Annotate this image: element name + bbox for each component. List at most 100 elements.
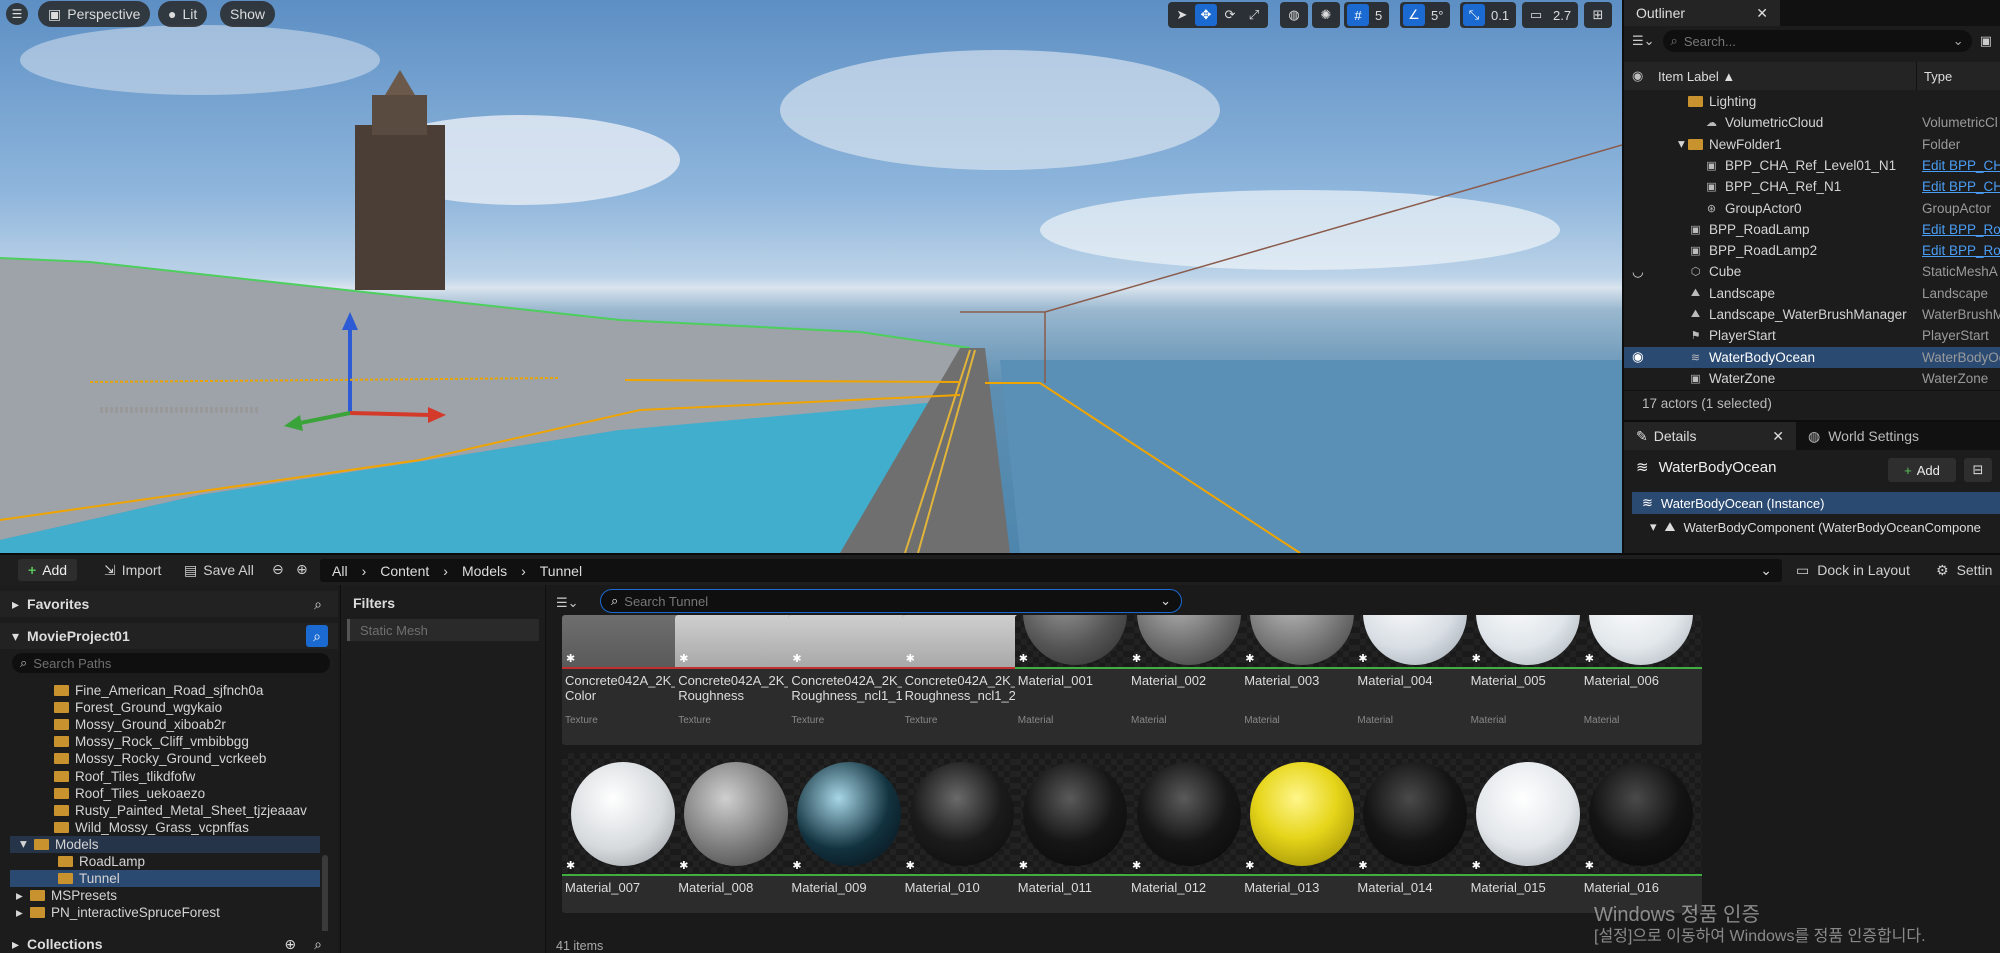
world-local-toggle[interactable]: ◍: [1280, 2, 1308, 28]
angle-snap-control[interactable]: ∠ 5°: [1400, 2, 1451, 28]
rotate-icon[interactable]: ⟳: [1219, 4, 1241, 26]
asset-tile[interactable]: ✱ Material_004 Material: [1354, 615, 1476, 745]
column-type[interactable]: Type: [1924, 69, 1952, 84]
level-viewport[interactable]: ☰ ▣ Perspective ● Lit Show ➤ ✥ ⟳ ⤢ ◍ ✺ #…: [0, 0, 1622, 553]
folder-tree-item[interactable]: Wild_Mossy_Grass_vcpnffas: [10, 819, 320, 836]
details-add-button[interactable]: + Add: [1888, 458, 1956, 482]
viewport-layout-button[interactable]: ⊞: [1584, 2, 1612, 28]
filter-icon[interactable]: ☰⌄: [556, 595, 579, 611]
search-icon[interactable]: ⌕: [314, 936, 322, 953]
asset-tile[interactable]: ✱ Material_006 Material: [1580, 615, 1702, 745]
filter-static-mesh[interactable]: Static Mesh: [347, 619, 539, 641]
blueprint-options-button[interactable]: ⊟: [1964, 458, 1992, 482]
column-item-label[interactable]: Item Label ▲: [1658, 69, 1735, 84]
outliner-item-type[interactable]: Edit BPP_Roa: [1922, 222, 2000, 237]
asset-tile[interactable]: ✱ Concrete042A_2K_ Roughness_ncl1_2 Textur…: [901, 615, 1023, 745]
folder-tree-item[interactable]: Roof_Tiles_tlikdfofw: [10, 768, 320, 785]
close-icon[interactable]: ✕: [1772, 428, 1784, 445]
add-button[interactable]: + Add: [18, 559, 78, 581]
asset-tile[interactable]: ✱ Material_005 Material: [1467, 615, 1589, 745]
settings-button[interactable]: ⚙ Settin: [1936, 559, 1992, 581]
folder-tree-item[interactable]: ▸ PN_interactiveSpruceForest: [10, 904, 320, 921]
asset-tile[interactable]: ✱ Concrete042A_2K_ Color Texture: [562, 615, 683, 745]
outliner-row[interactable]: ◡ ⬡ Cube StaticMeshA: [1624, 261, 2000, 282]
forward-icon[interactable]: ⊕: [296, 561, 308, 578]
project-section[interactable]: ▾ MovieProject01 ⌕: [0, 623, 338, 649]
outliner-row[interactable]: ▣ BPP_RoadLamp2 Edit BPP_Roa: [1624, 240, 2000, 261]
asset-tile[interactable]: ✱ Material_001 Material: [1014, 615, 1136, 745]
outliner-row[interactable]: ⛰ Landscape_WaterBrushManager WaterBrushM: [1624, 304, 2000, 325]
folder-tree-item[interactable]: Fine_American_Road_sjfnch0a: [10, 682, 320, 699]
outliner-search-input[interactable]: ⌕ Search... ⌄: [1662, 30, 1972, 52]
folder-tree-item[interactable]: Mossy_Ground_xiboab2r: [10, 716, 320, 733]
asset-tile[interactable]: ✱ Material_010: [901, 753, 1023, 913]
asset-tile[interactable]: ✱ Material_012: [1128, 753, 1249, 913]
hamburger-icon[interactable]: ☰: [6, 3, 28, 25]
asset-tile[interactable]: ✱ Material_002 Material: [1128, 615, 1249, 745]
favorites-section[interactable]: ▸ Favorites ⌕: [0, 591, 338, 617]
outliner-row[interactable]: ⚑ PlayerStart PlayerStart: [1624, 325, 2000, 346]
dock-in-layout-button[interactable]: ▭ Dock in Layout: [1796, 559, 1910, 581]
save-all-button[interactable]: ▤ Save All: [184, 559, 254, 581]
breadcrumb-models[interactable]: Models: [462, 563, 507, 579]
outliner-row[interactable]: ☁ VolumetricCloud VolumetricCl: [1624, 112, 2000, 133]
search-paths-input[interactable]: ⌕ Search Paths: [12, 653, 330, 673]
camera-speed-control[interactable]: ▭ 2.7: [1522, 2, 1579, 28]
asset-tile[interactable]: ✱ Material_009: [788, 753, 910, 913]
asset-tile[interactable]: ✱ Material_015: [1467, 753, 1589, 913]
outliner-row[interactable]: ▣ WaterZone WaterZone: [1624, 368, 2000, 389]
outliner-item-type[interactable]: Edit BPP_Roa: [1922, 243, 2000, 258]
lit-button[interactable]: ● Lit: [158, 1, 208, 27]
tab-details[interactable]: ✎ Details ✕: [1624, 422, 1796, 450]
folder-tree-item[interactable]: Tunnel: [10, 870, 320, 888]
outliner-row[interactable]: ▾ NewFolder1 Folder: [1624, 134, 2000, 155]
breadcrumb-tunnel[interactable]: Tunnel: [540, 563, 582, 579]
asset-tile[interactable]: ✱ Concrete042A_2K_ Roughness Texture: [675, 615, 797, 745]
collections-section[interactable]: ▸ Collections ⊕ ⌕: [0, 931, 338, 953]
folder-tree-item[interactable]: Rusty_Painted_Metal_Sheet_tjzjeaaav: [10, 802, 320, 819]
surface-snap-toggle[interactable]: ✺: [1312, 2, 1340, 28]
asset-search-input[interactable]: ⌕ Search Tunnel ⌄: [600, 589, 1182, 613]
show-button[interactable]: Show: [220, 1, 276, 27]
translate-icon[interactable]: ✥: [1195, 4, 1217, 26]
folder-tree-item[interactable]: Mossy_Rock_Cliff_vmbibbgg: [10, 733, 320, 750]
breadcrumb-content[interactable]: Content: [380, 563, 429, 579]
outliner-item-type[interactable]: Edit BPP_CHA: [1922, 158, 2000, 173]
component-row[interactable]: ▾ ⛰ WaterBodyComponent (WaterBodyOceanCo…: [1632, 516, 2000, 538]
asset-tile[interactable]: ✱ Material_003 Material: [1241, 615, 1363, 745]
perspective-button[interactable]: ▣ Perspective: [38, 1, 151, 27]
folder-tree-item[interactable]: Roof_Tiles_uekoaezo: [10, 785, 320, 802]
chevron-down-icon[interactable]: ▾: [20, 836, 28, 852]
tab-outliner[interactable]: Outliner ✕: [1624, 0, 1780, 26]
close-icon[interactable]: ✕: [1756, 5, 1768, 22]
folder-tree-item[interactable]: ▾ Models: [10, 835, 320, 853]
asset-tile[interactable]: ✱ Material_013: [1241, 753, 1363, 913]
add-folder-icon[interactable]: ▣: [1980, 33, 1992, 49]
asset-tile[interactable]: ✱ Material_011: [1014, 753, 1136, 913]
asset-tile[interactable]: ✱ Material_007: [562, 753, 683, 913]
breadcrumb-all[interactable]: All: [332, 563, 348, 579]
chevron-down-icon[interactable]: ⌄: [1760, 562, 1772, 579]
tab-world-settings[interactable]: ◍ World Settings: [1796, 422, 1931, 450]
asset-tile[interactable]: ✱ Material_014: [1354, 753, 1476, 913]
folder-tree-item[interactable]: RoadLamp: [10, 853, 320, 870]
select-icon[interactable]: ➤: [1171, 4, 1193, 26]
scale-icon[interactable]: ⤢: [1243, 4, 1265, 26]
outliner-item-type[interactable]: Edit BPP_CHA: [1922, 179, 2000, 194]
outliner-row[interactable]: Lighting: [1624, 91, 2000, 112]
asset-tile[interactable]: ✱ Material_016: [1580, 753, 1702, 913]
import-button[interactable]: ⇲ Import: [104, 559, 161, 581]
chevron-right-icon[interactable]: ▸: [16, 905, 24, 921]
search-icon[interactable]: ⌕: [314, 596, 322, 613]
outliner-row[interactable]: ▣ BPP_CHA_Ref_N1 Edit BPP_CHA: [1624, 176, 2000, 197]
search-icon[interactable]: ⌕: [306, 625, 328, 647]
folder-tree-item[interactable]: Forest_Ground_wgykaio: [10, 699, 320, 716]
folder-tree-item[interactable]: ▸ MSPresets: [10, 887, 320, 904]
folder-tree-item[interactable]: Mossy_Rocky_Ground_vcrkeeb: [10, 750, 320, 767]
chevron-right-icon[interactable]: ▸: [16, 888, 24, 904]
add-collection-icon[interactable]: ⊕: [284, 936, 296, 953]
scale-snap-control[interactable]: ⤡ 0.1: [1460, 2, 1517, 28]
filter-icon[interactable]: ☰⌄: [1632, 33, 1655, 49]
outliner-row[interactable]: ◉ ≋ WaterBodyOcean WaterBodyOc: [1624, 346, 2000, 368]
chevron-down-icon[interactable]: ▾: [1678, 136, 1685, 152]
